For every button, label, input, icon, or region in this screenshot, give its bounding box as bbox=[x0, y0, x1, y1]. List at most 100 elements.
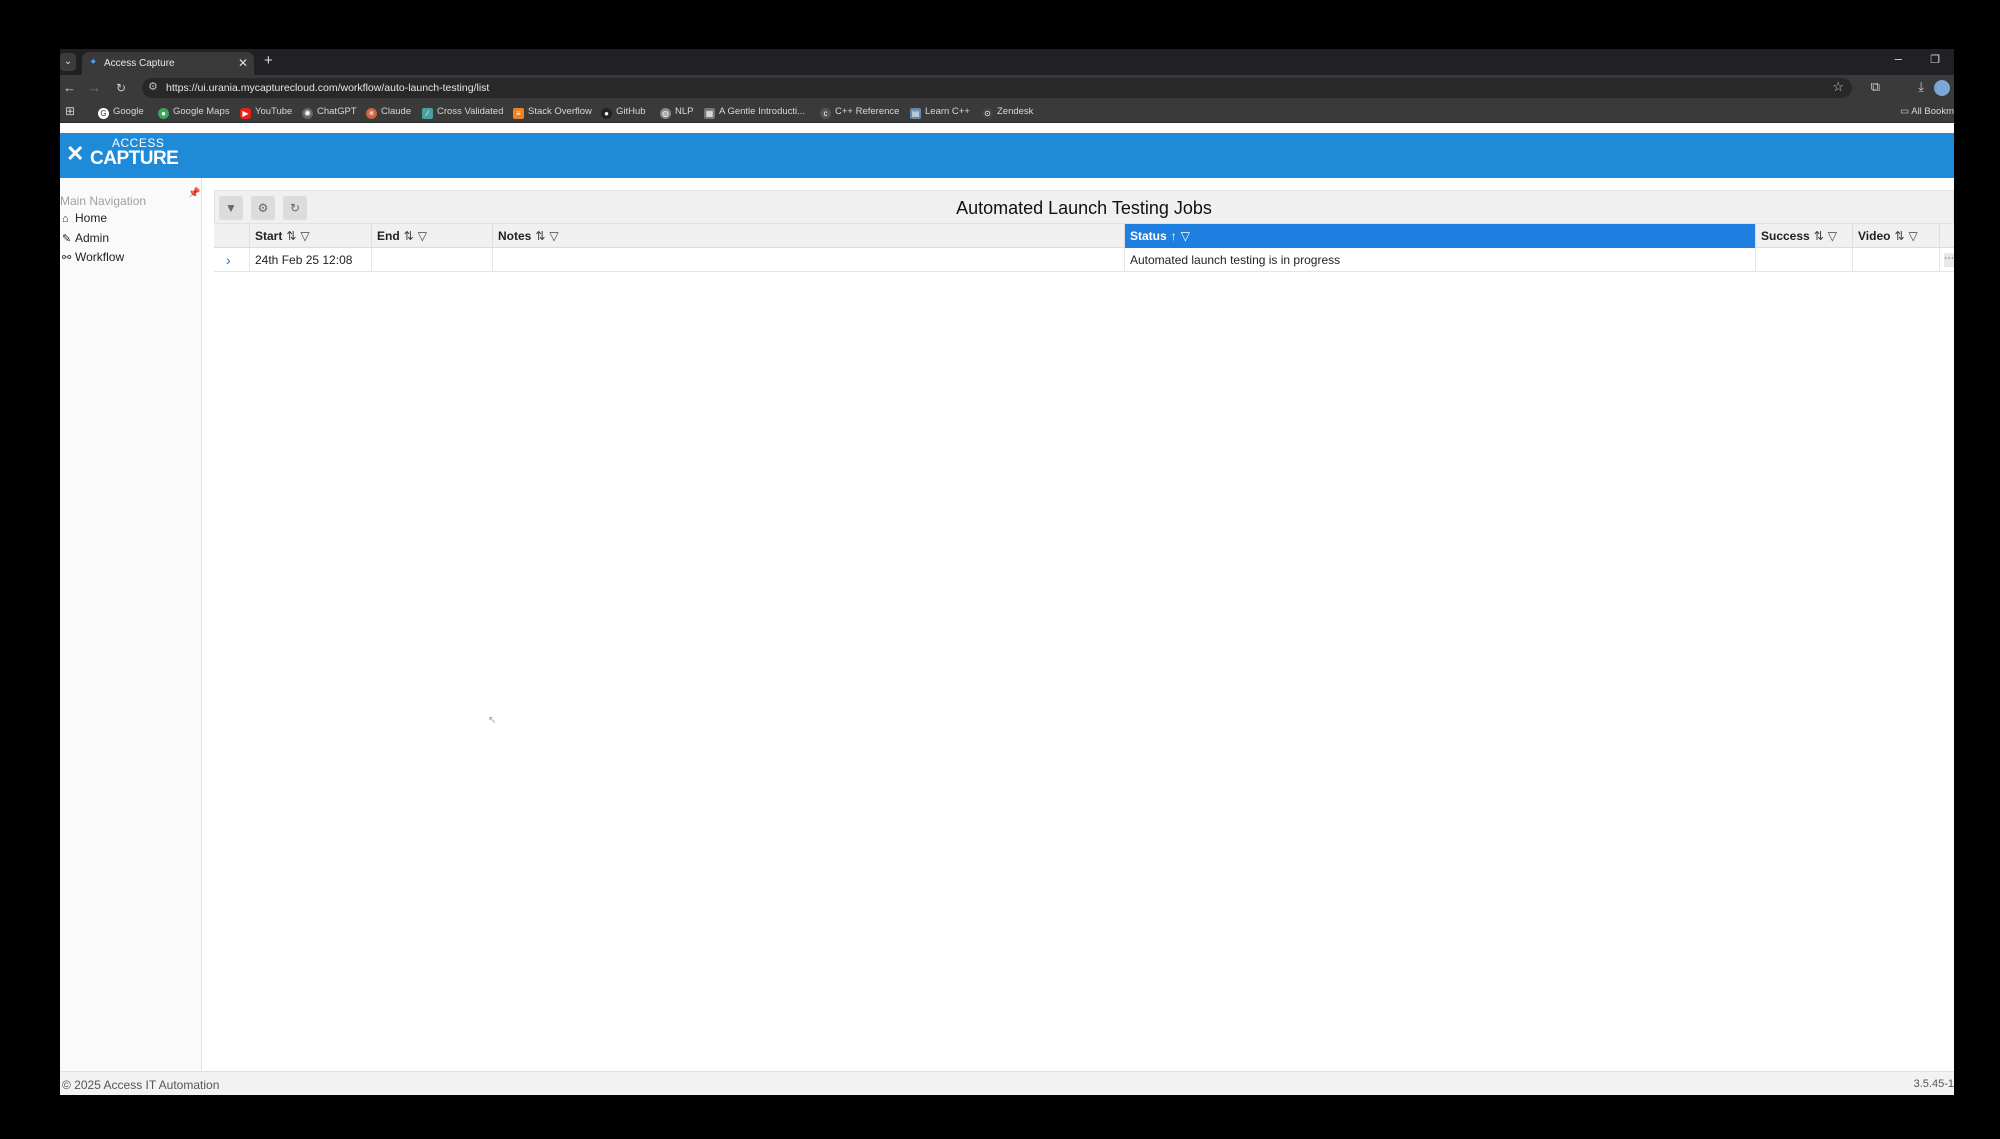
mouse-cursor-icon: ↖ bbox=[488, 715, 497, 726]
workflow-icon: ⚯ bbox=[62, 252, 72, 264]
cell-end bbox=[372, 248, 493, 272]
cell-success bbox=[1756, 248, 1853, 272]
nav-title: Main Navigation bbox=[60, 194, 147, 208]
chevron-right-icon[interactable]: › bbox=[226, 248, 231, 272]
more-icon: ⋯ bbox=[1944, 253, 1954, 264]
filter-icon[interactable]: ▽ bbox=[549, 229, 558, 243]
grid-header: Start ⇅ ▽ End ⇅ ▽ Notes ⇅ ▽ Status ↑ ▽ Success ⇅ ▽… bbox=[214, 224, 1954, 248]
sidebar-item-home[interactable]: ⌂ Home bbox=[62, 211, 107, 225]
sort-icon[interactable]: ⇅ bbox=[286, 229, 296, 243]
bookmark-cpp-reference[interactable]: c C++ Reference bbox=[820, 106, 899, 119]
bookmark-star-icon[interactable]: ☆ bbox=[1832, 79, 1844, 95]
grid-toolbar: ▼ ⚙ ↻ Automated Launch Testing Jobs bbox=[214, 190, 1954, 224]
column-status[interactable]: Status ↑ ▽ bbox=[1125, 224, 1756, 248]
page-title: Automated Launch Testing Jobs bbox=[956, 198, 1212, 218]
sidebar-item-admin[interactable]: ✎ Admin bbox=[62, 231, 109, 245]
tab-favicon-icon: ✦ bbox=[89, 57, 98, 68]
claude-icon: ✳ bbox=[366, 108, 377, 119]
url-text: https://ui.urania.mycapturecloud.com/wor… bbox=[166, 82, 490, 94]
home-icon: ⌂ bbox=[62, 213, 69, 225]
bookmark-cross-validated[interactable]: ∕ Cross Validated bbox=[422, 106, 503, 119]
globe-icon: ◍ bbox=[660, 108, 671, 119]
forward-icon[interactable]: → bbox=[88, 78, 101, 98]
column-video[interactable]: Video ⇅ ▽ bbox=[1853, 224, 1940, 248]
bookmark-chatgpt[interactable]: ✺ ChatGPT bbox=[302, 106, 357, 119]
reload-icon[interactable]: ↻ bbox=[116, 78, 126, 98]
download-icon[interactable]: ⤓ bbox=[1918, 79, 1924, 95]
browser-tab[interactable]: ✦ Access Capture ✕ bbox=[82, 52, 254, 75]
pin-icon[interactable]: 📌 bbox=[188, 188, 200, 199]
bookmark-github[interactable]: ● GitHub bbox=[601, 106, 646, 119]
sort-icon[interactable]: ⇅ bbox=[1814, 229, 1824, 243]
bookmark-google[interactable]: G Google bbox=[98, 106, 144, 119]
bookmark-stack-overflow[interactable]: ≡ Stack Overflow bbox=[513, 106, 592, 119]
footer: © 2025 Access IT Automation 3.5.45-1 bbox=[60, 1071, 1954, 1095]
main-content: ▼ ⚙ ↻ Automated Launch Testing Jobs Star… bbox=[214, 190, 1954, 1071]
column-start[interactable]: Start ⇅ ▽ bbox=[250, 224, 372, 248]
filter-icon[interactable]: ▽ bbox=[1909, 229, 1918, 243]
cell-video bbox=[1853, 248, 1940, 272]
table-row[interactable]: › 24th Feb 25 12:08 Automated launch tes… bbox=[214, 248, 1954, 272]
app-header: ✕ ACCESS CAPTURE bbox=[60, 133, 1954, 178]
learn-cpp-icon: ▤ bbox=[910, 108, 921, 119]
expand-column-header bbox=[214, 224, 250, 248]
wrench-icon: ✎ bbox=[62, 233, 72, 245]
site-info-icon[interactable]: ⚙ bbox=[148, 80, 158, 93]
column-notes[interactable]: Notes ⇅ ▽ bbox=[493, 224, 1125, 248]
tab-title: Access Capture bbox=[104, 58, 175, 69]
copyright-text: © 2025 Access IT Automation bbox=[62, 1078, 220, 1092]
cell-status: Automated launch testing is in progress bbox=[1125, 248, 1756, 272]
google-icon: G bbox=[98, 108, 109, 119]
tab-search-button[interactable]: ⌄ bbox=[60, 53, 76, 71]
chatgpt-icon: ✺ bbox=[302, 108, 313, 119]
expand-cell[interactable]: › bbox=[214, 248, 250, 272]
zendesk-icon: ⊙ bbox=[982, 108, 993, 119]
minimize-window-icon[interactable]: – bbox=[1895, 51, 1902, 66]
bookmark-claude[interactable]: ✳ Claude bbox=[366, 106, 411, 119]
filter-icon[interactable]: ▽ bbox=[1828, 229, 1837, 243]
profile-avatar[interactable] bbox=[1934, 80, 1950, 96]
article-icon: ▦ bbox=[704, 108, 715, 119]
filter-icon[interactable]: ▽ bbox=[418, 229, 427, 243]
bookmark-gentle-intro[interactable]: ▦ A Gentle Introducti... bbox=[704, 106, 805, 119]
address-bar[interactable]: ⚙ https://ui.urania.mycapturecloud.com/w… bbox=[142, 78, 1852, 98]
browser-tab-bar: ⌄ ✦ Access Capture ✕ + – ❐ bbox=[60, 49, 1954, 75]
maps-pin-icon: ● bbox=[158, 108, 169, 119]
stack-overflow-icon: ≡ bbox=[513, 108, 524, 119]
sort-ascending-icon[interactable]: ↑ bbox=[1171, 229, 1177, 243]
filter-icon[interactable]: ▽ bbox=[300, 229, 309, 243]
cell-notes bbox=[493, 248, 1125, 272]
bookmark-nlp[interactable]: ◍ NLP bbox=[660, 106, 693, 119]
new-tab-button[interactable]: + bbox=[264, 51, 273, 71]
cross-validated-icon: ∕ bbox=[422, 108, 433, 119]
apps-grid-icon[interactable]: ⊞ bbox=[65, 104, 75, 118]
restore-window-icon[interactable]: ❐ bbox=[1930, 53, 1940, 66]
close-tab-icon[interactable]: ✕ bbox=[238, 52, 248, 75]
version-text: 3.5.45-1 bbox=[1913, 1078, 1954, 1090]
logo-mark-icon: ✕ bbox=[66, 141, 85, 166]
all-bookmarks[interactable]: ▭ All Bookm bbox=[1900, 106, 1954, 117]
filter-icon[interactable]: ▽ bbox=[1181, 229, 1190, 243]
bookmark-youtube[interactable]: ▶ YouTube bbox=[240, 106, 292, 119]
column-end[interactable]: End ⇅ ▽ bbox=[372, 224, 493, 248]
bookmark-zendesk[interactable]: ⊙ Zendesk bbox=[982, 106, 1033, 119]
row-menu-button[interactable]: ⋯ bbox=[1944, 253, 1954, 267]
bookmarks-bar: ⊞ G Google ● Google Maps ▶ YouTube ✺ ChatGPT… bbox=[60, 101, 1954, 123]
column-success[interactable]: Success ⇅ ▽ bbox=[1756, 224, 1853, 248]
sort-icon[interactable]: ⇅ bbox=[1894, 229, 1904, 243]
extensions-icon[interactable]: ⧉ bbox=[1871, 79, 1880, 95]
sidebar-item-workflow[interactable]: ⚯ Workflow bbox=[62, 250, 124, 264]
bookmark-google-maps[interactable]: ● Google Maps bbox=[158, 106, 230, 119]
device-frame: ⌄ ✦ Access Capture ✕ + – ❐ ← → ↻ ⚙ https… bbox=[4, 4, 1996, 1135]
youtube-icon: ▶ bbox=[240, 108, 251, 119]
sidebar: Main Navigation 📌 ⌂ Home ✎ Admin ⚯ Workflow bbox=[60, 178, 202, 1071]
cell-start: 24th Feb 25 12:08 bbox=[250, 248, 372, 272]
screen: ⌄ ✦ Access Capture ✕ + – ❐ ← → ↻ ⚙ https… bbox=[60, 49, 1954, 1095]
sort-icon[interactable]: ⇅ bbox=[404, 229, 414, 243]
folder-icon: ▭ bbox=[1900, 106, 1912, 117]
browser-toolbar: ← → ↻ ⚙ https://ui.urania.mycapturecloud… bbox=[60, 75, 1954, 101]
sort-icon[interactable]: ⇅ bbox=[535, 229, 545, 243]
github-icon: ● bbox=[601, 108, 612, 119]
back-icon[interactable]: ← bbox=[63, 78, 76, 98]
bookmark-learn-cpp[interactable]: ▤ Learn C++ bbox=[910, 106, 970, 119]
